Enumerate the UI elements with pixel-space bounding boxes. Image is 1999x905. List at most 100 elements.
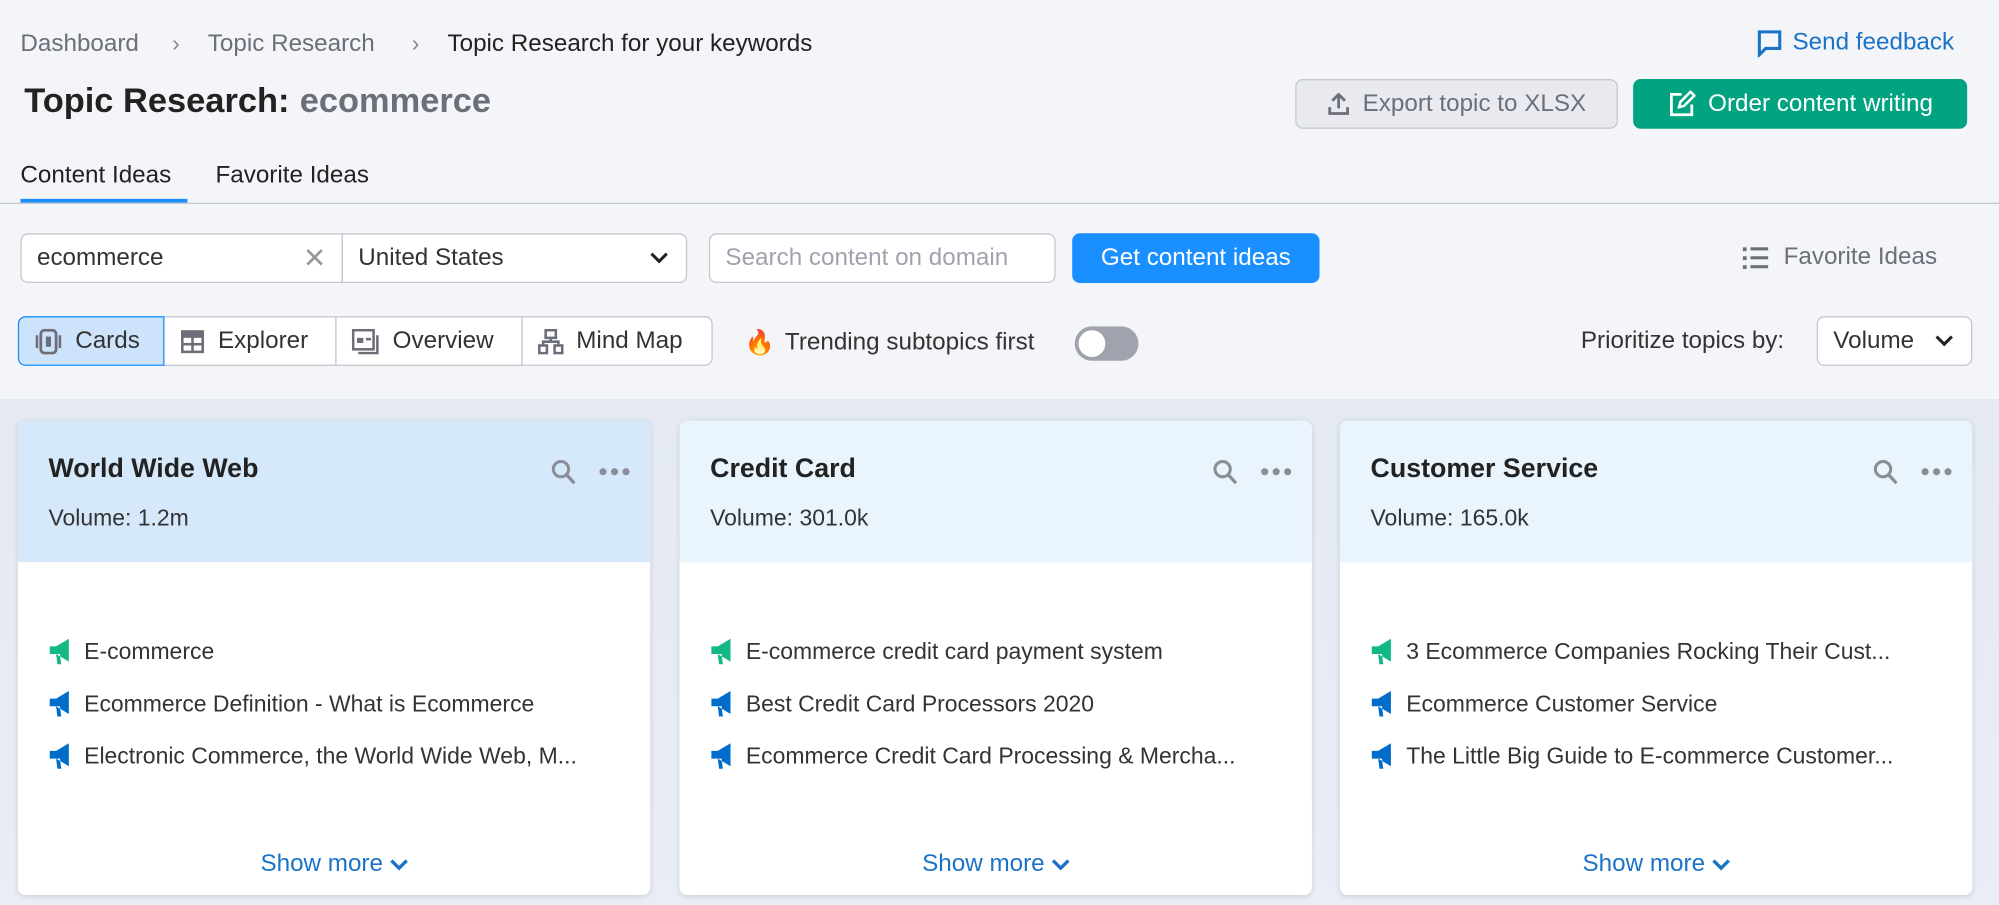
megaphone-icon	[1371, 638, 1391, 665]
tab-favorite-ideas[interactable]: Favorite Ideas	[215, 162, 369, 190]
view-explorer[interactable]: Explorer	[163, 316, 337, 366]
show-more-button[interactable]: Show more	[680, 850, 1312, 878]
cards-icon	[35, 328, 62, 354]
list-icon	[1742, 247, 1769, 270]
idea-title: Ecommerce Customer Service	[1406, 690, 1718, 716]
volume-label: Volume:	[1370, 504, 1454, 531]
keyword-input[interactable]: ecommerce ✕	[20, 233, 343, 284]
card-header: Customer Service Volume: 165.0k	[1339, 420, 1973, 563]
card-title: World Wide Web	[48, 453, 259, 484]
tab-content-ideas[interactable]: Content Ideas	[20, 162, 171, 190]
search-icon[interactable]	[551, 459, 576, 486]
megaphone-icon	[49, 743, 69, 769]
topic-card[interactable]: Customer Service Volume: 165.0k 3 Ecomme…	[1339, 420, 1973, 895]
trending-toggle-row: 🔥 Trending subtopics first	[745, 328, 1035, 359]
breadcrumb-topic-research[interactable]: Topic Research	[208, 31, 375, 59]
favorite-ideas-link[interactable]: Favorite Ideas	[1742, 243, 1938, 272]
title-label: Topic Research:	[24, 81, 290, 120]
send-feedback-link[interactable]: Send feedback	[1757, 29, 1954, 58]
card-volume: Volume: 301.0k	[710, 505, 868, 532]
country-select[interactable]: United States	[341, 233, 688, 284]
favorite-ideas-label: Favorite Ideas	[1783, 243, 1938, 271]
show-more-button[interactable]: Show more	[18, 850, 650, 878]
megaphone-icon	[711, 743, 731, 769]
idea-item[interactable]: E-commerce	[48, 637, 214, 665]
card-header: World Wide Web Volume: 1.2m	[17, 420, 651, 563]
fire-icon: 🔥	[744, 330, 775, 357]
idea-title: E-commerce credit card payment system	[745, 638, 1163, 664]
chevron-down-icon	[650, 252, 668, 264]
volume-label: Volume:	[710, 504, 794, 531]
mindmap-icon	[538, 328, 564, 354]
idea-item[interactable]: Ecommerce Credit Card Processing & Merch…	[710, 742, 1236, 770]
card-volume: Volume: 1.2m	[48, 505, 188, 532]
title-keyword: ecommerce	[299, 81, 492, 120]
view-cards-label: Cards	[75, 327, 140, 354]
view-overview[interactable]: Overview	[335, 316, 523, 366]
breadcrumb-dashboard[interactable]: Dashboard	[20, 31, 139, 59]
idea-item[interactable]: Ecommerce Customer Service	[1371, 690, 1718, 718]
upload-icon	[1328, 92, 1349, 115]
show-more-button[interactable]: Show more	[1340, 850, 1972, 878]
more-options-icon[interactable]	[599, 468, 630, 476]
chevron-down-icon	[1051, 859, 1070, 871]
megaphone-icon	[711, 638, 731, 665]
megaphone-icon	[1371, 690, 1391, 717]
volume-value: 165.0k	[1459, 504, 1529, 531]
trending-toggle[interactable]	[1074, 326, 1139, 361]
card-title: Credit Card	[710, 453, 856, 484]
view-explorer-label: Explorer	[218, 327, 309, 354]
card-volume: Volume: 165.0k	[1371, 505, 1529, 532]
topic-card[interactable]: Credit Card Volume: 301.0k E-commerce cr…	[679, 420, 1312, 895]
clear-icon[interactable]: ✕	[303, 242, 327, 275]
export-label: Export topic to XLSX	[1362, 89, 1587, 117]
order-content-writing-button[interactable]: Order content writing	[1633, 79, 1968, 129]
card-header: Credit Card Volume: 301.0k	[679, 420, 1312, 563]
trending-label: Trending subtopics first	[784, 328, 1035, 356]
prioritize-value: Volume	[1833, 327, 1915, 354]
volume-value: 301.0k	[799, 504, 869, 531]
view-mind-map[interactable]: Mind Map	[521, 316, 713, 366]
feedback-icon	[1757, 30, 1782, 58]
idea-item[interactable]: Ecommerce Definition - What is Ecommerce	[48, 690, 534, 718]
topic-card[interactable]: World Wide Web Volume: 1.2m E-commerce Ec…	[17, 420, 651, 895]
idea-item[interactable]: Electronic Commerce, the World Wide Web,…	[48, 742, 577, 770]
search-icon[interactable]	[1212, 459, 1238, 486]
card-title: Customer Service	[1370, 453, 1599, 484]
prioritize-label: Prioritize topics by:	[1580, 327, 1785, 355]
idea-item[interactable]: 3 Ecommerce Companies Rocking Their Cust…	[1371, 637, 1891, 665]
domain-placeholder: Search content on domain	[725, 244, 1009, 271]
topic-research-page: Dashboard › Topic Research › Topic Resea…	[0, 0, 1999, 905]
chevron-down-icon	[1711, 859, 1730, 871]
chevron-down-icon	[1935, 335, 1953, 347]
chevron-down-icon	[389, 859, 408, 871]
idea-item[interactable]: Best Credit Card Processors 2020	[710, 690, 1094, 718]
country-value: United States	[358, 244, 504, 271]
page-title: Topic Research: ecommerce	[24, 82, 491, 122]
view-mind-map-label: Mind Map	[576, 327, 683, 354]
search-icon[interactable]	[1873, 459, 1898, 486]
tabs-divider	[0, 202, 1999, 204]
view-overview-label: Overview	[392, 327, 494, 354]
show-more-label: Show more	[922, 850, 1045, 878]
chevron-right-icon: ›	[172, 30, 180, 57]
idea-title: Ecommerce Definition - What is Ecommerce	[84, 690, 535, 716]
idea-title: The Little Big Guide to E-commerce Custo…	[1406, 742, 1894, 769]
get-content-ideas-button[interactable]: Get content ideas	[1072, 233, 1320, 284]
edit-icon	[1669, 89, 1696, 116]
megaphone-icon	[49, 690, 69, 717]
more-options-icon[interactable]	[1261, 468, 1292, 476]
idea-title: Electronic Commerce, the World Wide Web,…	[84, 742, 577, 769]
more-options-icon[interactable]	[1921, 468, 1952, 476]
breadcrumb-current: Topic Research for your keywords	[447, 30, 813, 58]
export-xlsx-button[interactable]: Export topic to XLSX	[1295, 79, 1618, 129]
domain-search-input[interactable]: Search content on domain	[708, 233, 1056, 284]
idea-item[interactable]: E-commerce credit card payment system	[710, 637, 1163, 665]
table-icon	[181, 329, 204, 353]
prioritize-select[interactable]: Volume	[1816, 316, 1973, 366]
idea-item[interactable]: The Little Big Guide to E-commerce Custo…	[1371, 742, 1894, 770]
chevron-right-icon: ›	[411, 30, 420, 57]
order-label: Order content writing	[1708, 89, 1933, 117]
view-cards[interactable]: Cards	[17, 316, 165, 366]
idea-title: 3 Ecommerce Companies Rocking Their Cust…	[1406, 638, 1891, 664]
